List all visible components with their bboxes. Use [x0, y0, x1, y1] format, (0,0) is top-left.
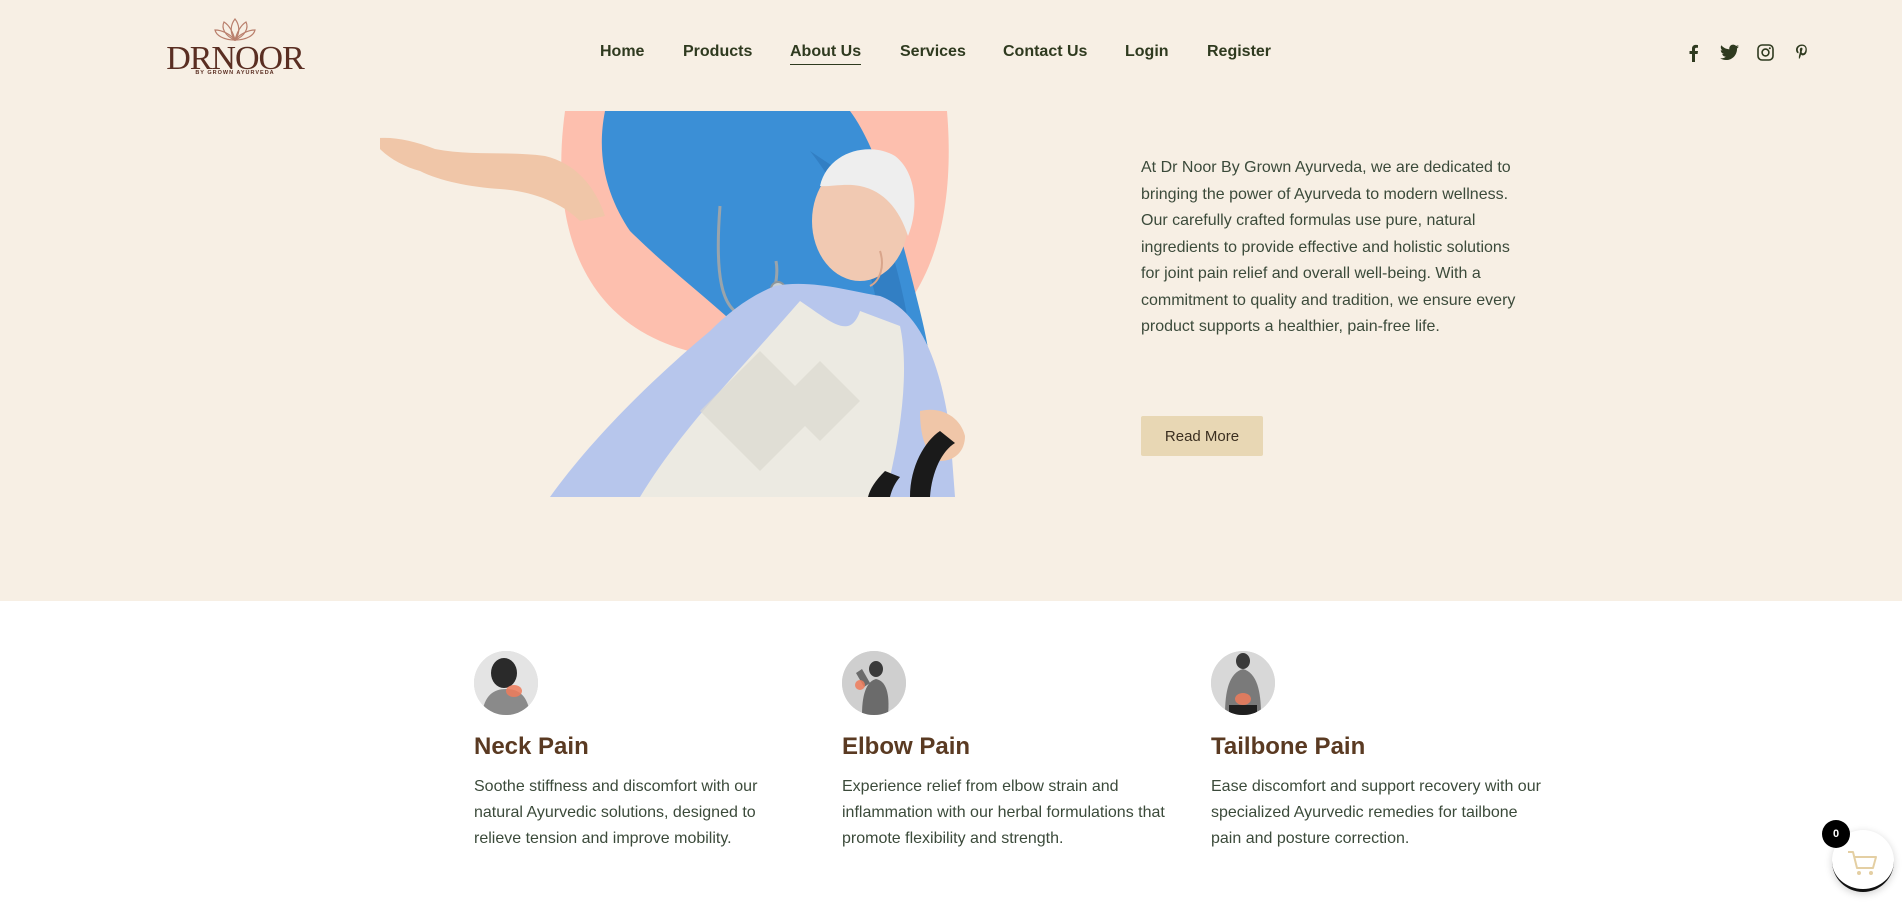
feature-elbow-pain: Elbow Pain Experience relief from elbow …	[842, 651, 1172, 852]
feature-desc: Experience relief from elbow strain and …	[842, 778, 1165, 847]
feature-title: Tailbone Pain	[1211, 733, 1366, 760]
feature-title: Elbow Pain	[842, 733, 971, 760]
nav-contact-us[interactable]: Contact Us	[1003, 42, 1087, 62]
about-text: At Dr Noor By Grown Ayurveda, we are ded…	[1141, 159, 1516, 335]
nav-login[interactable]: Login	[1125, 42, 1169, 62]
pinterest-icon[interactable]	[1795, 44, 1809, 62]
elbow-pain-image	[842, 651, 906, 715]
main-nav: Home Products About Us Services Contact …	[0, 42, 1902, 66]
cart-button[interactable]: 0	[1822, 820, 1894, 900]
feature-tailbone-pain: Tailbone Pain Ease discomfort and suppor…	[1211, 651, 1541, 852]
brand-tagline: BY GROWN AYURVEDA	[195, 70, 275, 76]
tailbone-pain-image	[1211, 651, 1275, 715]
hero-section: DRNOOR BY GROWN AYURVEDA Home Products A…	[0, 0, 1902, 601]
cart-count-badge: 0	[1822, 820, 1850, 848]
nav-register[interactable]: Register	[1207, 42, 1271, 62]
nav-about-us[interactable]: About Us	[790, 42, 862, 65]
lotus-icon	[214, 18, 256, 42]
feature-neck-pain: Neck Pain Soothe stiffness and discomfor…	[474, 651, 804, 852]
feature-title: Neck Pain	[474, 733, 589, 760]
neck-pain-image	[474, 651, 538, 715]
feature-desc: Soothe stiffness and discomfort with our…	[474, 778, 758, 847]
nav-services[interactable]: Services	[900, 42, 966, 62]
hero-image	[380, 111, 1080, 497]
read-more-button[interactable]: Read More	[1141, 416, 1263, 456]
twitter-icon[interactable]	[1720, 44, 1739, 61]
instagram-icon[interactable]	[1757, 44, 1774, 61]
facebook-icon[interactable]	[1687, 44, 1699, 62]
nav-products[interactable]: Products	[683, 42, 752, 62]
nav-home[interactable]: Home	[600, 42, 644, 62]
feature-desc: Ease discomfort and support recovery wit…	[1211, 778, 1541, 847]
